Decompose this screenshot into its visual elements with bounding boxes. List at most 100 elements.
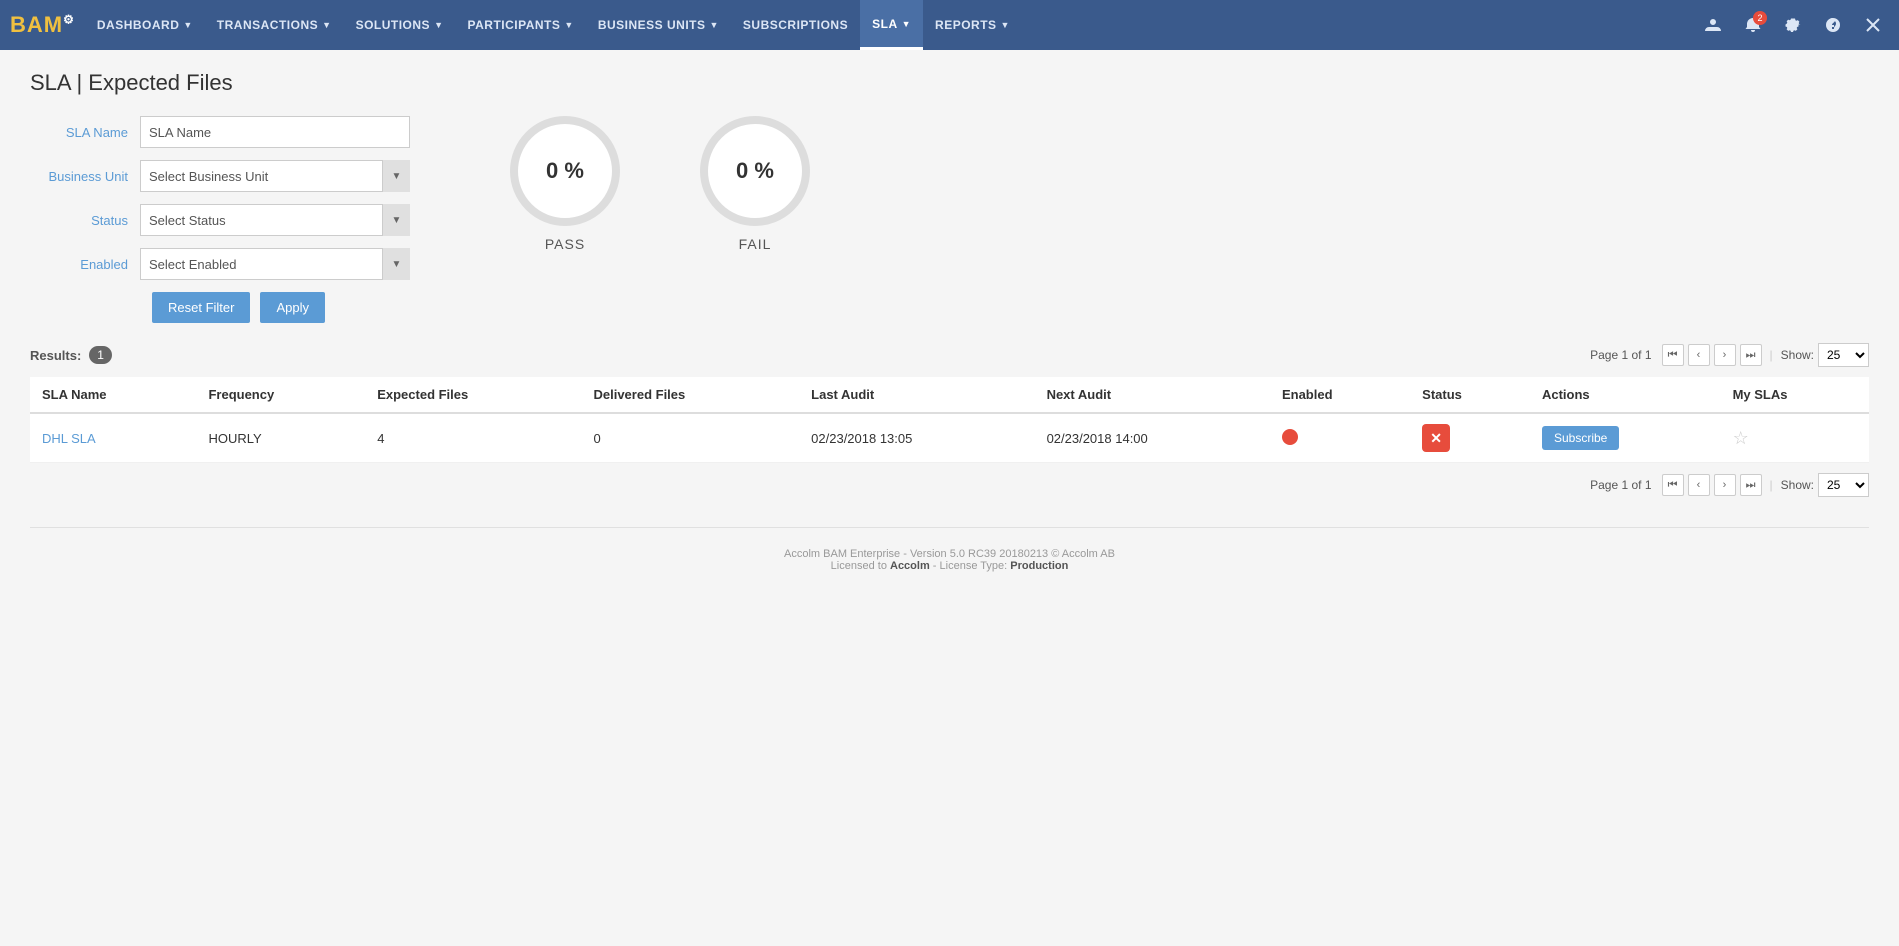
nav-participants[interactable]: PARTICIPANTS ▼ xyxy=(456,0,586,50)
enabled-select[interactable]: Select Enabled xyxy=(140,248,410,280)
footer-line2: Licensed to Accolm - License Type: Produ… xyxy=(50,560,1849,572)
bell-icon-btn[interactable]: 2 xyxy=(1737,9,1769,41)
page-content: SLA | Expected Files SLA Name Business U… xyxy=(0,50,1899,612)
next-page-bottom[interactable]: › xyxy=(1714,474,1736,496)
filter-buttons: Reset Filter Apply xyxy=(152,292,410,323)
nav-sla[interactable]: SLA ▼ xyxy=(860,0,923,50)
filter-status-row: Status Select Status ▼ xyxy=(30,204,410,236)
show-label-bottom: Show: xyxy=(1781,478,1814,492)
col-last-audit: Last Audit xyxy=(799,377,1034,413)
nav-subscriptions[interactable]: SUBSCRIPTIONS xyxy=(731,0,860,50)
brand-logo[interactable]: BAM⚙ xyxy=(10,12,75,38)
status-select[interactable]: Select Status xyxy=(140,204,410,236)
gear-icon-btn[interactable] xyxy=(1777,9,1809,41)
nav-dashboard-arrow: ▼ xyxy=(183,20,192,30)
data-table: SLA Name Frequency Expected Files Delive… xyxy=(30,377,1869,463)
nav-reports[interactable]: REPORTS ▼ xyxy=(923,0,1022,50)
cell-actions: Subscribe xyxy=(1530,413,1721,463)
last-page-bottom[interactable]: ⏭ xyxy=(1740,474,1762,496)
nav-solutions-arrow: ▼ xyxy=(434,20,443,30)
nav-sla-arrow: ▼ xyxy=(902,19,911,29)
pag-divider-top: | xyxy=(1770,348,1773,362)
cell-expected-files: 4 xyxy=(365,413,581,463)
nav-solutions[interactable]: SOLUTIONS ▼ xyxy=(344,0,456,50)
first-page-bottom[interactable]: ⏮ xyxy=(1662,474,1684,496)
cell-my-slas: ☆ xyxy=(1721,413,1869,463)
show-label-top: Show: xyxy=(1781,348,1814,362)
results-label: Results: xyxy=(30,348,81,363)
page-info-top: Page 1 of 1 xyxy=(1590,348,1651,362)
gauge-area: 0 % PASS 0 % FAIL xyxy=(510,116,810,252)
show-select-top[interactable]: 25 50 100 xyxy=(1818,343,1869,367)
filter-enabled-row: Enabled Select Enabled ▼ xyxy=(30,248,410,280)
apply-button[interactable]: Apply xyxy=(260,292,325,323)
pag-divider-bottom: | xyxy=(1770,478,1773,492)
results-left: Results: 1 xyxy=(30,346,112,364)
star-icon[interactable]: ☆ xyxy=(1733,428,1749,448)
status-select-wrapper: Select Status ▼ xyxy=(140,204,410,236)
first-page-top[interactable]: ⏮ xyxy=(1662,344,1684,366)
nav-transactions-arrow: ▼ xyxy=(322,20,331,30)
prev-page-bottom[interactable]: ‹ xyxy=(1688,474,1710,496)
nav-participants-arrow: ▼ xyxy=(564,20,573,30)
gauge-pass: 0 % PASS xyxy=(510,116,620,252)
table-header: SLA Name Frequency Expected Files Delive… xyxy=(30,377,1869,413)
close-icon-btn[interactable] xyxy=(1857,9,1889,41)
notification-badge: 2 xyxy=(1753,11,1767,25)
filter-sla-name-row: SLA Name xyxy=(30,116,410,148)
results-count-badge: 1 xyxy=(89,346,112,364)
cell-enabled xyxy=(1270,413,1410,463)
reset-filter-button[interactable]: Reset Filter xyxy=(152,292,250,323)
col-status: Status xyxy=(1410,377,1530,413)
gauge-pass-circle: 0 % xyxy=(510,116,620,226)
next-page-top[interactable]: › xyxy=(1714,344,1736,366)
sla-name-input[interactable] xyxy=(140,116,410,148)
business-unit-label: Business Unit xyxy=(30,169,140,184)
col-sla-name: SLA Name xyxy=(30,377,196,413)
col-delivered-files: Delivered Files xyxy=(581,377,799,413)
results-bar-top: Results: 1 Page 1 of 1 ⏮ ‹ › ⏭ | Show: 2… xyxy=(30,343,1869,367)
table-body: DHL SLA HOURLY 4 0 02/23/2018 13:05 02/2… xyxy=(30,413,1869,463)
navbar: BAM⚙ DASHBOARD ▼ TRANSACTIONS ▼ SOLUTION… xyxy=(0,0,1899,50)
col-enabled: Enabled xyxy=(1270,377,1410,413)
page-title: SLA | Expected Files xyxy=(30,70,1869,96)
enabled-label: Enabled xyxy=(30,257,140,272)
cell-frequency: HOURLY xyxy=(196,413,365,463)
table-header-row: SLA Name Frequency Expected Files Delive… xyxy=(30,377,1869,413)
cell-last-audit: 02/23/2018 13:05 xyxy=(799,413,1034,463)
nav-items: DASHBOARD ▼ TRANSACTIONS ▼ SOLUTIONS ▼ P… xyxy=(85,0,1697,50)
subscribe-button[interactable]: Subscribe xyxy=(1542,426,1619,450)
results-bar-bottom: Page 1 of 1 ⏮ ‹ › ⏭ | Show: 25 50 100 xyxy=(30,473,1869,497)
prev-page-top[interactable]: ‹ xyxy=(1688,344,1710,366)
gauge-fail-label: FAIL xyxy=(739,236,772,252)
cell-status: ✕ xyxy=(1410,413,1530,463)
nav-transactions[interactable]: TRANSACTIONS ▼ xyxy=(205,0,344,50)
pagination-bottom: Page 1 of 1 ⏮ ‹ › ⏭ | Show: 25 50 100 xyxy=(1590,473,1869,497)
gauge-fail: 0 % FAIL xyxy=(700,116,810,252)
pagination-top: Page 1 of 1 ⏮ ‹ › ⏭ | Show: 25 50 100 xyxy=(1590,343,1869,367)
help-icon-btn[interactable] xyxy=(1817,9,1849,41)
status-x-icon: ✕ xyxy=(1422,424,1450,452)
col-frequency: Frequency xyxy=(196,377,365,413)
nav-business-units-arrow: ▼ xyxy=(710,20,719,30)
sla-name-label: SLA Name xyxy=(30,125,140,140)
table-row: DHL SLA HOURLY 4 0 02/23/2018 13:05 02/2… xyxy=(30,413,1869,463)
user-icon-btn[interactable] xyxy=(1697,9,1729,41)
business-unit-select[interactable]: Select Business Unit xyxy=(140,160,410,192)
filter-left: SLA Name Business Unit Select Business U… xyxy=(30,116,410,323)
col-next-audit: Next Audit xyxy=(1035,377,1270,413)
enabled-select-wrapper: Select Enabled ▼ xyxy=(140,248,410,280)
col-my-slas: My SLAs xyxy=(1721,377,1869,413)
nav-dashboard[interactable]: DASHBOARD ▼ xyxy=(85,0,205,50)
enabled-red-dot-icon xyxy=(1282,429,1298,445)
last-page-top[interactable]: ⏭ xyxy=(1740,344,1762,366)
business-unit-select-wrapper: Select Business Unit ▼ xyxy=(140,160,410,192)
cell-next-audit: 02/23/2018 14:00 xyxy=(1035,413,1270,463)
sla-name-link[interactable]: DHL SLA xyxy=(42,431,96,446)
footer-company: Accolm xyxy=(890,560,930,572)
footer-license-type: Production xyxy=(1010,560,1068,572)
footer-line1: Accolm BAM Enterprise - Version 5.0 RC39… xyxy=(50,548,1849,560)
status-label: Status xyxy=(30,213,140,228)
show-select-bottom[interactable]: 25 50 100 xyxy=(1818,473,1869,497)
nav-business-units[interactable]: BUSINESS UNITS ▼ xyxy=(586,0,731,50)
